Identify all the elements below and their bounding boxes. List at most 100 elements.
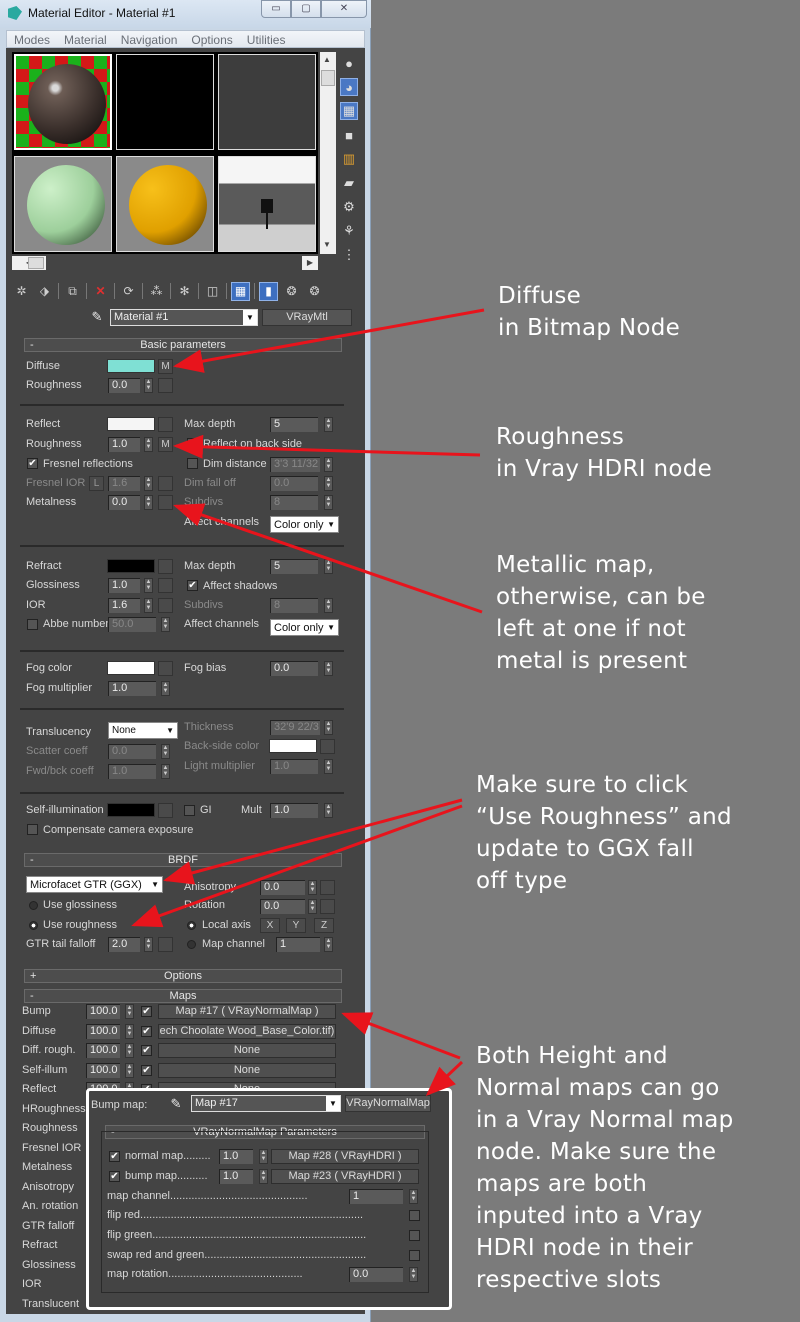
dim-falloff-input[interactable]: 0.0 bbox=[270, 476, 318, 491]
fog-bias-input[interactable]: 0.0 bbox=[270, 661, 318, 676]
metalness-map-button[interactable] bbox=[158, 495, 173, 510]
show-end-result-icon[interactable]: ▮ bbox=[259, 281, 278, 301]
video-color-check-icon[interactable]: ▥ bbox=[340, 150, 358, 168]
reflect-roughness-map-button[interactable]: M bbox=[158, 437, 173, 452]
map-enabled-checkbox[interactable] bbox=[141, 1064, 152, 1076]
self-illumination-color-swatch[interactable] bbox=[107, 803, 155, 817]
put-to-scene-icon[interactable]: ⬗ bbox=[35, 282, 54, 301]
spinner-arrows-icon[interactable]: ▲▼ bbox=[144, 495, 153, 510]
show-map-in-viewport-icon[interactable]: ▦ bbox=[231, 281, 250, 301]
gtr-tail-falloff-map-button[interactable] bbox=[158, 937, 173, 952]
sample-slot-1[interactable] bbox=[14, 54, 112, 150]
put-to-library-icon[interactable]: ⁂ bbox=[147, 282, 166, 301]
spinner-arrows-icon[interactable]: ▲▼ bbox=[144, 937, 153, 952]
spinner-arrows-icon[interactable]: ▲▼ bbox=[324, 661, 333, 676]
bump-map-name-dropdown[interactable]: Map #17 ▼ bbox=[191, 1095, 341, 1112]
background-checker-icon[interactable]: ▦ bbox=[340, 102, 358, 120]
rollout-header[interactable]: - Basic parameters bbox=[24, 338, 342, 352]
map-rotation-input[interactable]: 0.0 bbox=[349, 1267, 403, 1282]
dim-distance-checkbox[interactable] bbox=[187, 458, 198, 469]
go-forward-to-sibling-icon[interactable]: ❂ bbox=[305, 282, 324, 301]
axis-z-button[interactable]: Z bbox=[314, 918, 334, 933]
spinner-arrows-icon[interactable]: ▲▼ bbox=[324, 417, 333, 432]
glossiness-input[interactable]: 1.0 bbox=[108, 578, 140, 593]
spinner-arrows-icon[interactable]: ▲▼ bbox=[308, 880, 317, 895]
menu-utilities[interactable]: Utilities bbox=[240, 31, 293, 47]
sample-slot-3[interactable] bbox=[218, 54, 316, 150]
make-preview-icon[interactable]: ▰ bbox=[340, 174, 358, 192]
rollout-header[interactable]: - BRDF bbox=[24, 853, 342, 867]
fresnel-ior-input[interactable]: 1.6 bbox=[108, 476, 140, 491]
spinner-arrows-icon[interactable]: ▲▼ bbox=[308, 899, 317, 914]
select-by-material-icon[interactable]: ⚘ bbox=[340, 222, 358, 240]
spinner-arrows-icon[interactable]: ▲▼ bbox=[324, 759, 333, 774]
diffuse-map-button[interactable]: M bbox=[158, 359, 173, 374]
diffuse-color-swatch[interactable] bbox=[107, 359, 155, 373]
spinner-arrows-icon[interactable]: ▲▼ bbox=[144, 437, 153, 452]
spinner-arrows-icon[interactable]: ▲▼ bbox=[324, 457, 333, 472]
material-map-navigator-icon[interactable]: ⋮ bbox=[340, 246, 358, 264]
reflect-color-swatch[interactable] bbox=[107, 417, 155, 431]
backlight-icon[interactable]: ◕ bbox=[340, 78, 358, 96]
normal-map-amount-input[interactable]: 1.0 bbox=[219, 1149, 253, 1164]
make-unique-icon[interactable]: ⟳ bbox=[119, 282, 138, 301]
map-channel-input[interactable]: 1 bbox=[276, 937, 320, 952]
slots-horizontal-scrollbar[interactable]: ◀ ▶ bbox=[12, 256, 318, 270]
material-id-channel-icon[interactable]: ✻ bbox=[175, 282, 194, 301]
glossiness-map-button[interactable] bbox=[158, 578, 173, 593]
slots-vertical-scrollbar[interactable]: ▲ ▼ bbox=[320, 52, 336, 254]
map-amount-input[interactable]: 100.0 bbox=[86, 1062, 120, 1078]
ior-input[interactable]: 1.6 bbox=[108, 598, 140, 613]
local-axis-radio[interactable] bbox=[187, 921, 196, 930]
spinner-arrows-icon[interactable]: ▲▼ bbox=[125, 1062, 134, 1078]
normal-map-slot-button[interactable]: Map #28 ( VRayHDRI ) bbox=[271, 1149, 419, 1164]
get-material-icon[interactable]: ✲ bbox=[12, 282, 31, 301]
spinner-arrows-icon[interactable]: ▲▼ bbox=[161, 617, 170, 632]
reflect-back-side-checkbox[interactable] bbox=[187, 438, 198, 449]
map-slot-button[interactable]: None bbox=[158, 1062, 336, 1078]
rotation-input[interactable]: 0.0 bbox=[260, 899, 305, 914]
reflect-roughness-input[interactable]: 1.0 bbox=[108, 437, 140, 452]
spinner-arrows-icon[interactable]: ▲▼ bbox=[324, 937, 333, 952]
map-amount-input[interactable]: 100.0 bbox=[86, 1023, 120, 1039]
translucency-dropdown[interactable]: None ▼ bbox=[108, 722, 178, 739]
axis-y-button[interactable]: Y bbox=[286, 918, 306, 933]
spinner-arrows-icon[interactable]: ▲▼ bbox=[324, 598, 333, 613]
map-slot-button[interactable]: ech Choolate Wood_Base_Color.tif) bbox=[158, 1023, 336, 1039]
fresnel-reflections-checkbox[interactable] bbox=[27, 458, 38, 469]
bump-map-type-button[interactable]: VRayNormalMap bbox=[345, 1095, 431, 1112]
reset-map-icon[interactable]: ✕ bbox=[91, 282, 110, 301]
reflect-subdivs-input[interactable]: 8 bbox=[270, 495, 318, 510]
menu-modes[interactable]: Modes bbox=[7, 31, 57, 47]
metalness-input[interactable]: 0.0 bbox=[108, 495, 140, 510]
reflect-affect-channels-dropdown[interactable]: Color only ▼ bbox=[270, 516, 339, 533]
fog-multiplier-input[interactable]: 1.0 bbox=[108, 681, 156, 696]
ior-map-button[interactable] bbox=[158, 598, 173, 613]
map-enabled-checkbox[interactable] bbox=[141, 1045, 152, 1056]
fog-color-map-button[interactable] bbox=[158, 661, 173, 676]
dim-distance-input[interactable]: 3'3 11/32 bbox=[270, 457, 320, 472]
refract-map-button[interactable] bbox=[158, 559, 173, 574]
spinner-arrows-icon[interactable]: ▲▼ bbox=[144, 378, 153, 393]
spinner-arrows-icon[interactable]: ▲▼ bbox=[259, 1169, 268, 1184]
refract-color-swatch[interactable] bbox=[107, 559, 155, 573]
go-to-parent-icon[interactable]: ❂ bbox=[282, 282, 301, 301]
menu-material[interactable]: Material bbox=[57, 31, 114, 47]
minimize-button[interactable]: ▭ bbox=[261, 0, 291, 18]
spinner-arrows-icon[interactable]: ▲▼ bbox=[324, 803, 333, 818]
spinner-arrows-icon[interactable]: ▲▼ bbox=[161, 681, 170, 696]
spinner-arrows-icon[interactable]: ▲▼ bbox=[324, 476, 333, 491]
spinner-arrows-icon[interactable]: ▲▼ bbox=[144, 598, 153, 613]
bump-map-checkbox[interactable] bbox=[109, 1171, 120, 1182]
spinner-arrows-icon[interactable]: ▲▼ bbox=[324, 559, 333, 574]
eyedropper-icon[interactable]: ✎ bbox=[167, 1096, 185, 1112]
options-icon[interactable]: ⚙ bbox=[340, 198, 358, 216]
refract-max-depth-input[interactable]: 5 bbox=[270, 559, 318, 574]
brdf-type-dropdown[interactable]: Microfacet GTR (GGX) ▼ bbox=[26, 876, 163, 893]
sample-type-sphere-icon[interactable]: ● bbox=[340, 54, 358, 72]
abbe-number-checkbox[interactable] bbox=[27, 619, 38, 630]
menu-options[interactable]: Options bbox=[184, 31, 239, 47]
thickness-input[interactable]: 32'9 22/3 bbox=[270, 720, 320, 735]
spinner-arrows-icon[interactable]: ▲▼ bbox=[259, 1149, 268, 1164]
self-illumination-map-button[interactable] bbox=[158, 803, 173, 818]
